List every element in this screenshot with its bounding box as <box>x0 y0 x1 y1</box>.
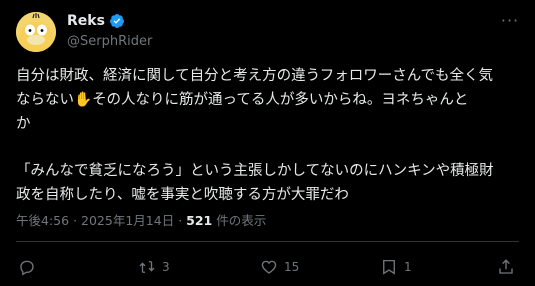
like-button[interactable]: 15 <box>260 258 299 276</box>
like-count: 15 <box>284 260 300 274</box>
divider <box>16 241 519 242</box>
post-line: か <box>16 116 31 132</box>
post-line: 政を自称したり、嘘を事実と吹聴する方が大罪だわ <box>16 187 349 203</box>
bookmark-button[interactable]: 1 <box>380 258 412 276</box>
repost-icon <box>139 261 155 273</box>
share-button[interactable] <box>497 258 515 276</box>
bookmark-icon <box>383 259 395 275</box>
reply-button[interactable] <box>18 258 42 276</box>
post-line: 自分は財政、経済に関して自分と考え方の違うフォロワーさんでも全く気 <box>16 68 494 84</box>
bookmark-count: 1 <box>404 260 412 274</box>
share-icon <box>499 259 513 274</box>
action-bar: 3 15 1 <box>0 252 535 282</box>
psyduck-avatar-image <box>16 12 56 52</box>
avatar[interactable] <box>16 12 56 52</box>
views-count: 521 <box>186 213 213 228</box>
post-time[interactable]: 午後4:56 <box>16 213 69 228</box>
author-name[interactable]: Reks <box>67 13 105 29</box>
meta-separator: · <box>178 213 183 228</box>
post-metadata: 午後4:56 · 2025年1月14日 · 521 件の表示 <box>16 210 266 229</box>
more-options-icon[interactable]: ··· <box>499 12 521 30</box>
raised-hand-emoji: ✋ <box>74 92 93 108</box>
repost-count: 3 <box>162 260 170 274</box>
meta-separator: · <box>73 213 78 228</box>
verified-badge-icon <box>109 14 124 28</box>
heart-icon <box>261 260 277 274</box>
views-label: 件の表示 <box>216 213 267 228</box>
post-line: 「みんなで貧乏になろう」という主張しかしてないのにハンキンや積極財 <box>16 163 494 179</box>
post-line-segment: ならない <box>16 92 74 108</box>
post-header: Reks @SerphRider ··· <box>0 0 535 60</box>
post-text: 自分は財政、経済に関して自分と考え方の違うフォロワーさんでも全く気 ならない✋そ… <box>16 64 521 207</box>
post-line-segment: その人なりに筋が通ってる人が多いからね。ヨネちゃんと <box>92 92 469 108</box>
post-date[interactable]: 2025年1月14日 <box>81 213 174 228</box>
repost-button[interactable]: 3 <box>138 258 170 276</box>
post-line: ならない✋その人なりに筋が通ってる人が多いからね。ヨネちゃんと <box>16 88 521 112</box>
author-handle[interactable]: @SerphRider <box>67 34 152 49</box>
reply-icon <box>20 260 34 276</box>
